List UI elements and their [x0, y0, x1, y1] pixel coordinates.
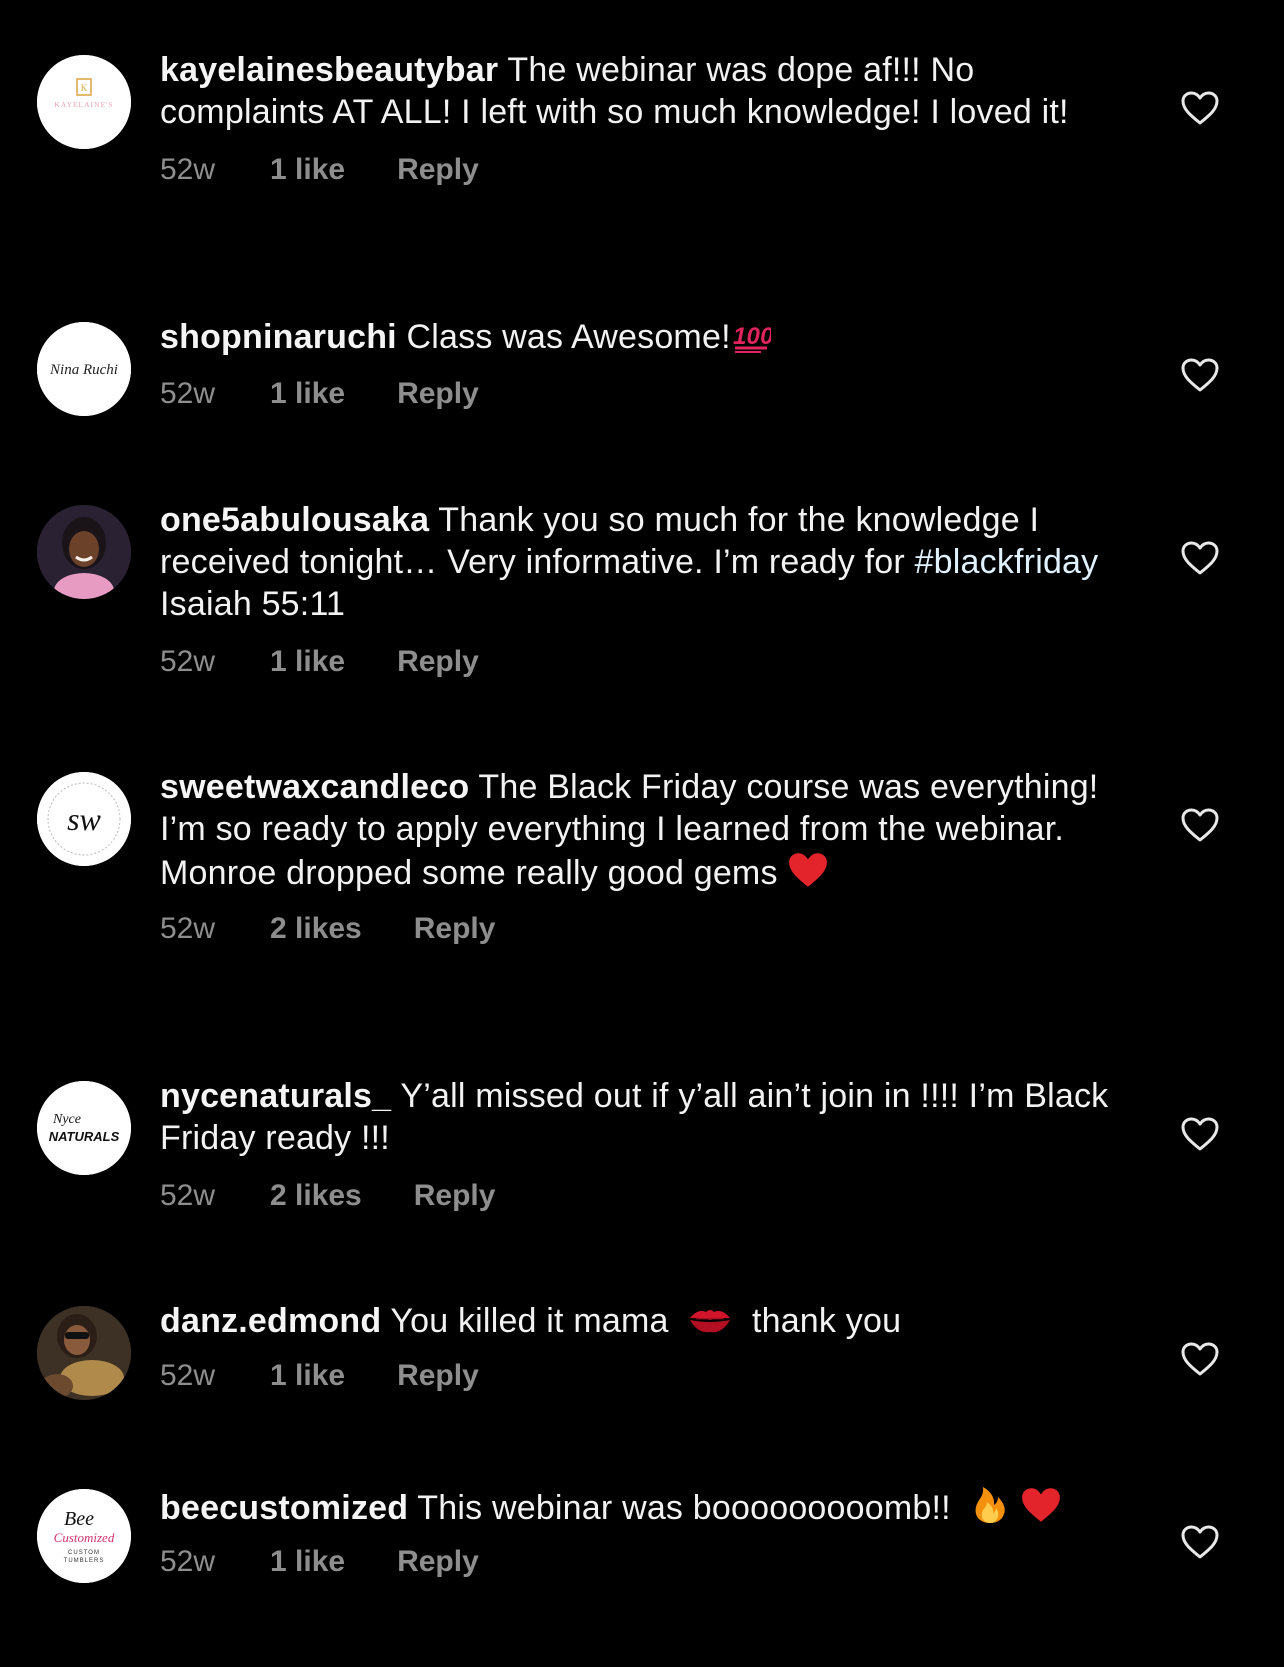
avatar[interactable]: sw	[37, 772, 131, 866]
comment-body-end: thank you	[751, 1302, 902, 1340]
comment-meta: 52w 1 like Reply	[160, 152, 1120, 188]
comment-text: danz.edmond You killed it mama thank you	[160, 1300, 1120, 1342]
comment-text: beecustomized This webinar was boooooooo…	[160, 1483, 1120, 1529]
svg-text:Nina Ruchi: Nina Ruchi	[49, 362, 118, 378]
heart-icon[interactable]	[1180, 1341, 1220, 1377]
comment-text: nycenaturals_ Y’all missed out if y’all …	[160, 1075, 1120, 1159]
comment-username[interactable]: nycenaturals_	[160, 1077, 391, 1115]
comment-likes[interactable]: 2 likes	[270, 911, 362, 947]
svg-text:CUSTOM: CUSTOM	[68, 1550, 100, 1556]
comment-time: 52w	[160, 377, 216, 410]
comment-likes[interactable]: 2 likes	[270, 1178, 362, 1214]
svg-text:KAYELAINE'S: KAYELAINE'S	[54, 100, 113, 109]
heart-icon[interactable]	[1180, 1116, 1220, 1152]
svg-text:NATURALS: NATURALS	[49, 1129, 120, 1144]
avatar-logo-sweetwax: sw	[37, 772, 131, 866]
red-heart-icon	[789, 853, 828, 887]
reply-button[interactable]: Reply	[397, 152, 479, 188]
svg-text:TUMBLERS: TUMBLERS	[64, 1558, 105, 1564]
comment-meta: 52w 1 like Reply	[160, 644, 1120, 680]
reply-button[interactable]: Reply	[414, 911, 496, 947]
comment-body: You killed it mama	[390, 1302, 669, 1340]
comment-time: 52w	[160, 912, 216, 945]
reply-button[interactable]: Reply	[397, 1544, 479, 1580]
comment-time: 52w	[160, 153, 216, 186]
comment-likes[interactable]: 1 like	[270, 1358, 345, 1394]
svg-text:Nyce: Nyce	[52, 1112, 81, 1127]
kiss-mark-icon	[690, 1310, 731, 1333]
comment-text: shopninaruchi Class was Awesome! 100	[160, 316, 1120, 358]
comment-time: 52w	[160, 1545, 216, 1578]
svg-text:Bee: Bee	[64, 1508, 94, 1530]
heart-icon[interactable]	[1180, 1524, 1220, 1560]
avatar-logo-beecustomized: Bee Customized CUSTOM TUMBLERS	[37, 1489, 131, 1583]
avatar[interactable]: Nyce NATURALS	[37, 1081, 131, 1175]
comment-meta: 52w 1 like Reply	[160, 376, 1120, 412]
comment-username[interactable]: sweetwaxcandleco	[160, 768, 469, 806]
comment-meta: 52w 2 likes Reply	[160, 911, 1120, 947]
comment-text: sweetwaxcandleco The Black Friday course…	[160, 766, 1120, 894]
avatar-logo-kayelaines: K KAYELAINE'S	[37, 55, 131, 149]
comment-text: one5abulousaka Thank you so much for the…	[160, 499, 1120, 625]
reply-button[interactable]: Reply	[397, 376, 479, 412]
reply-button[interactable]: Reply	[397, 1358, 479, 1394]
avatar-logo-nycenaturals: Nyce NATURALS	[37, 1081, 131, 1175]
red-heart-icon	[1022, 1488, 1061, 1522]
comment-meta: 52w 1 like Reply	[160, 1358, 1120, 1394]
comment-username[interactable]: danz.edmond	[160, 1302, 381, 1340]
comment-likes[interactable]: 1 like	[270, 152, 345, 188]
comment-meta: 52w 1 like Reply	[160, 1544, 1120, 1580]
comment-meta: 52w 2 likes Reply	[160, 1178, 1120, 1214]
comment-body-end: Isaiah 55:11	[160, 585, 346, 623]
avatar[interactable]: K KAYELAINE'S	[37, 55, 131, 149]
heart-icon[interactable]	[1180, 357, 1220, 393]
comment-username[interactable]: kayelainesbeautybar	[160, 51, 498, 89]
avatar-photo	[37, 1306, 131, 1400]
heart-icon[interactable]	[1180, 807, 1220, 843]
comment-body: This webinar was booooooooomb!!	[417, 1489, 951, 1527]
comment-time: 52w	[160, 1179, 216, 1212]
svg-text:Customized: Customized	[54, 1530, 115, 1545]
avatar[interactable]: Nina Ruchi	[37, 322, 131, 416]
comment-time: 52w	[160, 1359, 216, 1392]
avatar-photo	[37, 505, 131, 599]
reply-button[interactable]: Reply	[397, 644, 479, 680]
fire-icon	[976, 1487, 1006, 1523]
avatar[interactable]	[37, 505, 131, 599]
avatar-logo-ninaruchi: Nina Ruchi	[37, 322, 131, 416]
svg-text:K: K	[81, 83, 88, 93]
comment-time: 52w	[160, 645, 216, 678]
comment-body: Class was Awesome!	[406, 318, 731, 356]
comment-likes[interactable]: 1 like	[270, 1544, 345, 1580]
hundred-points-icon: 100	[733, 323, 771, 353]
comment-username[interactable]: shopninaruchi	[160, 318, 397, 356]
comment-likes[interactable]: 1 like	[270, 644, 345, 680]
heart-icon[interactable]	[1180, 90, 1220, 126]
comment-username[interactable]: one5abulousaka	[160, 501, 429, 539]
reply-button[interactable]: Reply	[414, 1178, 496, 1214]
comment-text: kayelainesbeautybar The webinar was dope…	[160, 49, 1120, 133]
comment-username[interactable]: beecustomized	[160, 1489, 408, 1527]
avatar[interactable]	[37, 1306, 131, 1400]
comment-likes[interactable]: 1 like	[270, 376, 345, 412]
svg-text:100: 100	[733, 323, 771, 350]
heart-icon[interactable]	[1180, 540, 1220, 576]
svg-text:sw: sw	[67, 801, 101, 837]
hashtag-link[interactable]: #blackfriday	[915, 543, 1099, 581]
avatar[interactable]: Bee Customized CUSTOM TUMBLERS	[37, 1489, 131, 1583]
